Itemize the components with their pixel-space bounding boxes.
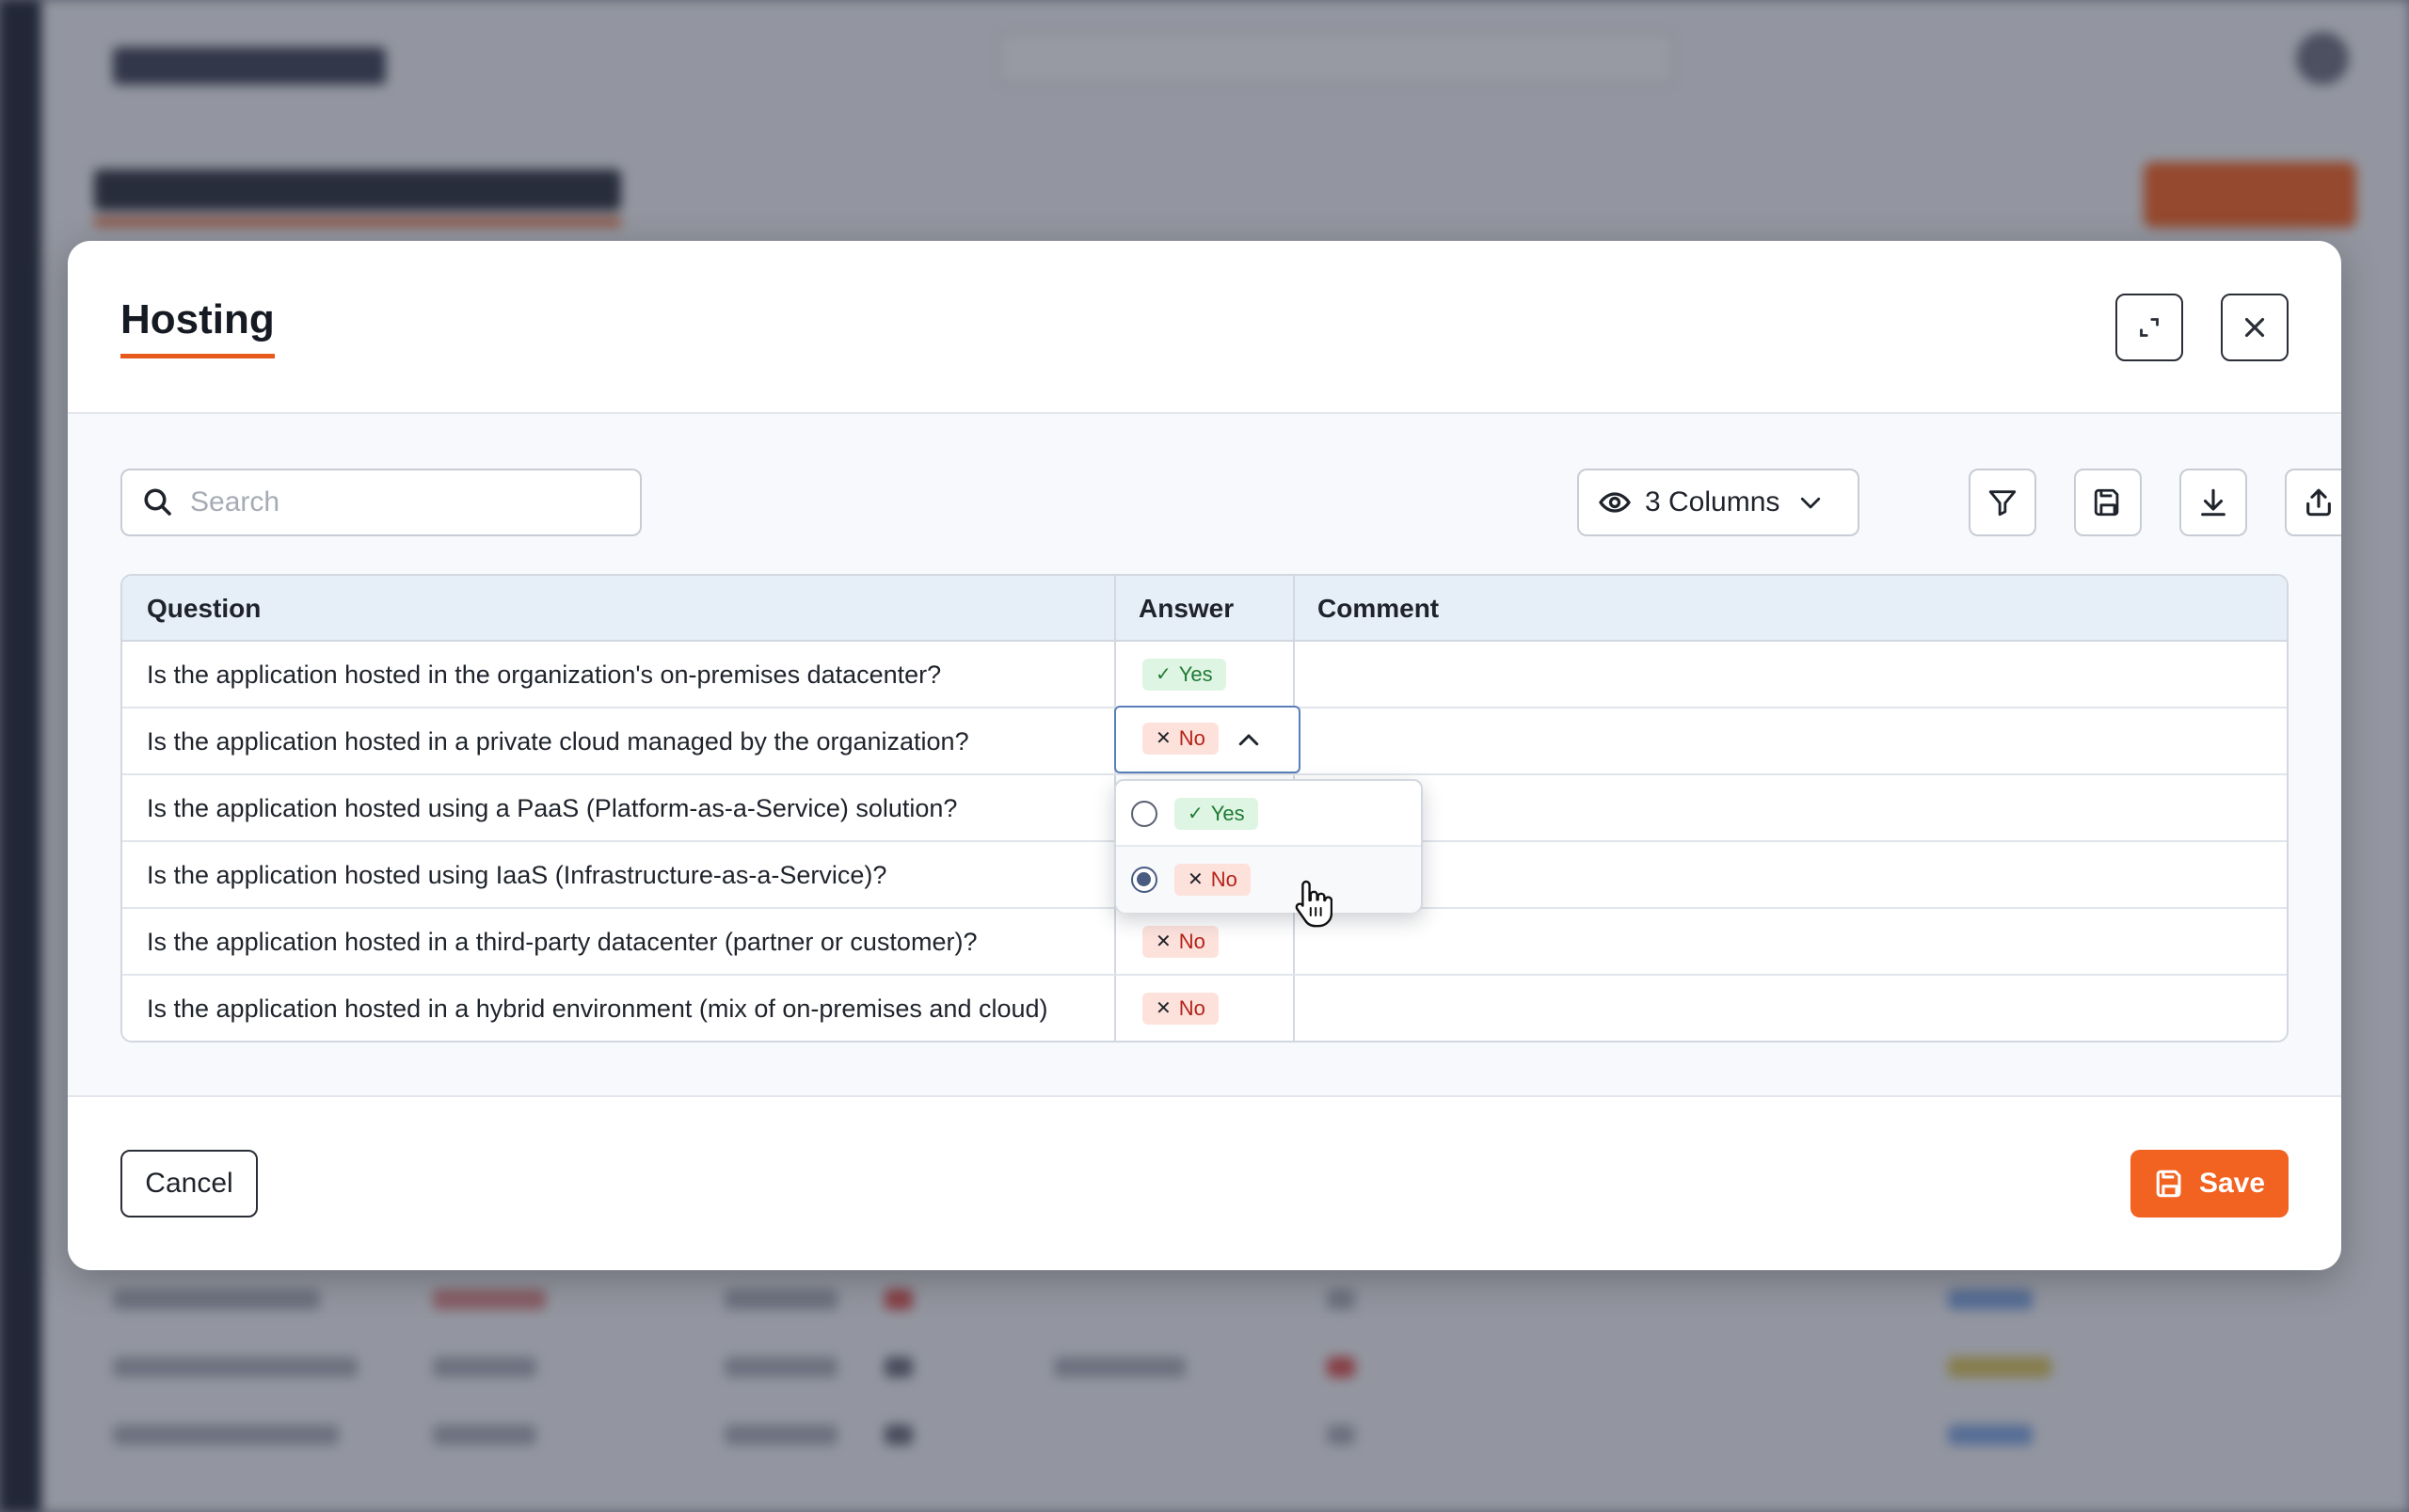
answer-label: Yes (1178, 662, 1213, 686)
question-cell: Is the application hosted using IaaS (In… (147, 861, 887, 889)
check-icon: ✓ (1188, 804, 1204, 824)
table-row: Is the application hosted in a hybrid en… (122, 976, 2287, 1042)
save-button[interactable]: Save (2130, 1150, 2289, 1218)
save-label: Save (2198, 1168, 2266, 1199)
question-cell: Is the application hosted in a hybrid en… (147, 995, 1048, 1023)
answer-badge-yes: ✓ Yes (1174, 798, 1258, 830)
dropdown-option-no[interactable]: ✕ No (1116, 847, 1421, 913)
x-icon: ✕ (1188, 869, 1204, 890)
answer-dropdown: ✓ Yes ✕ No (1114, 779, 1423, 913)
answer-badge-yes[interactable]: ✓ Yes (1142, 659, 1226, 691)
table-row: Is the application hosted in a third-par… (122, 909, 2287, 976)
download-icon (2201, 488, 2226, 517)
share-button[interactable] (2285, 469, 2341, 536)
option-label: Yes (1210, 802, 1245, 825)
expand-button[interactable] (2115, 294, 2183, 361)
close-button[interactable] (2221, 294, 2289, 361)
download-button[interactable] (2179, 469, 2247, 536)
columns-visibility-button[interactable]: 3 Columns (1577, 469, 1859, 536)
radio-button[interactable] (1131, 801, 1157, 827)
answer-label: No (1178, 930, 1205, 953)
answer-badge-no[interactable]: ✕ No (1142, 993, 1219, 1025)
option-label: No (1210, 867, 1237, 891)
answer-select[interactable]: ✕ No (1114, 706, 1300, 773)
column-header-question[interactable]: Question (122, 576, 261, 642)
close-icon (2244, 317, 2265, 338)
modal-body: 3 Columns Que (68, 414, 2341, 1097)
search-box (120, 469, 642, 536)
questions-table: Question Answer Comment Is the applicati… (120, 574, 2289, 1042)
hosting-modal: Hosting 3 Columns (68, 241, 2341, 1270)
table-header: Question Answer Comment (122, 576, 2287, 642)
answer-badge-no: ✕ No (1142, 723, 1219, 755)
save-view-button[interactable] (2074, 469, 2142, 536)
chevron-down-icon (1801, 497, 1821, 509)
expand-icon (2140, 318, 2159, 337)
question-cell: Is the application hosted in the organiz… (147, 661, 942, 689)
filter-button[interactable] (1969, 469, 2036, 536)
answer-label: No (1178, 996, 1205, 1020)
question-cell: Is the application hosted in a third-par… (147, 928, 978, 956)
radio-button-selected[interactable] (1131, 867, 1157, 893)
table-row: Is the application hosted in the organiz… (122, 642, 2287, 708)
floppy-disk-icon (2156, 1170, 2181, 1198)
answer-badge-no: ✕ No (1174, 864, 1251, 896)
question-cell: Is the application hosted in a private c… (147, 727, 969, 756)
share-upload-icon (2306, 488, 2331, 517)
filter-icon (1988, 490, 2017, 517)
question-cell: Is the application hosted using a PaaS (… (147, 794, 958, 822)
search-input[interactable] (190, 486, 604, 518)
x-icon: ✕ (1156, 931, 1172, 952)
cancel-button[interactable]: Cancel (120, 1150, 258, 1218)
check-icon: ✓ (1156, 664, 1172, 685)
x-icon: ✕ (1156, 998, 1172, 1019)
x-icon: ✕ (1156, 728, 1172, 749)
column-header-comment[interactable]: Comment (1293, 576, 1439, 642)
floppy-disk-icon (2094, 488, 2119, 517)
eye-icon (1599, 492, 1631, 513)
search-icon (144, 488, 171, 516)
hand-pointer-cursor-icon (1295, 880, 1332, 928)
chevron-up-icon[interactable] (1235, 726, 1263, 755)
modal-title: Hosting (120, 295, 275, 358)
column-header-answer[interactable]: Answer (1114, 576, 1234, 642)
dropdown-option-yes[interactable]: ✓ Yes (1116, 781, 1421, 847)
columns-label: 3 Columns (1645, 486, 1780, 517)
answer-badge-no[interactable]: ✕ No (1142, 926, 1219, 958)
modal-header: Hosting (68, 241, 2341, 414)
answer-label: No (1178, 726, 1205, 750)
